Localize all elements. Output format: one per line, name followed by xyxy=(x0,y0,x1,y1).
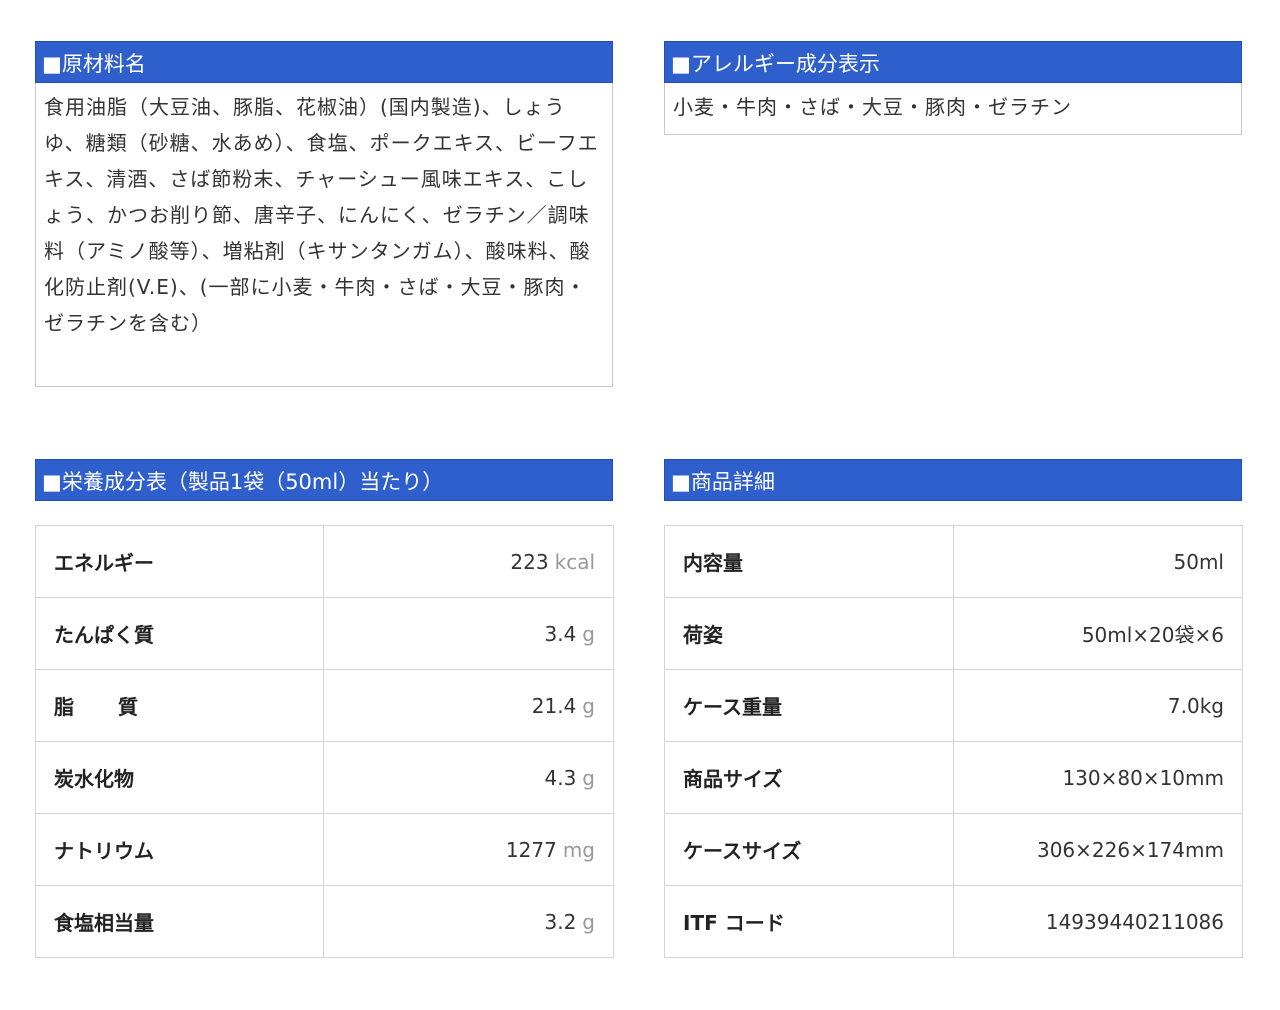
details-value-packing: 50ml×20袋×6 xyxy=(953,597,1243,670)
nutrition-header: ■栄養成分表（製品1袋（50ml）当たり） xyxy=(35,459,613,501)
nutrition-value-energy: 223 kcal xyxy=(323,525,614,598)
details-label-case-size: ケースサイズ xyxy=(664,813,954,886)
table-row: 内容量 50ml xyxy=(664,525,1243,598)
nutrition-value-protein: 3.4 g xyxy=(323,597,614,670)
nutrition-label-sodium: ナトリウム xyxy=(35,813,324,886)
details-label-product-size: 商品サイズ xyxy=(664,741,954,814)
details-panel: ■商品詳細 xyxy=(664,459,1242,501)
details-value-product-size: 130×80×10mm xyxy=(953,741,1243,814)
table-row: たんぱく質 3.4 g xyxy=(35,597,614,670)
details-value-case-size: 306×226×174mm xyxy=(953,813,1243,886)
nutrition-panel: ■栄養成分表（製品1袋（50ml）当たり） xyxy=(35,459,613,501)
details-label-case-weight: ケース重量 xyxy=(664,669,954,742)
value-unit: kcal xyxy=(554,549,595,574)
value-unit: g xyxy=(582,693,595,718)
ingredients-header: ■原材料名 xyxy=(35,41,613,83)
details-table: 内容量 50ml 荷姿 50ml×20袋×6 ケース重量 7.0kg 商品サイズ… xyxy=(664,525,1243,958)
details-value-content: 50ml xyxy=(953,525,1243,598)
nutrition-value-fat: 21.4 g xyxy=(323,669,614,742)
table-row: 炭水化物 4.3 g xyxy=(35,741,614,814)
details-value-case-weight: 7.0kg xyxy=(953,669,1243,742)
value-unit: g xyxy=(582,909,595,934)
fat-label-text: 脂質 xyxy=(54,695,182,719)
table-row: ITF コード 14939440211086 xyxy=(664,885,1243,958)
nutrition-table: エネルギー 223 kcal たんぱく質 3.4 g 脂質 21.4 g 炭水化物 4… xyxy=(35,525,614,958)
ingredients-text: 食用油脂（大豆油、豚脂、花椒油）(国内製造)、しょうゆ、糖類（砂糖、水あめ）、食… xyxy=(35,83,613,387)
details-value-itf-code: 14939440211086 xyxy=(953,885,1243,958)
nutrition-label-carbs: 炭水化物 xyxy=(35,741,324,814)
allergens-text: 小麦・牛肉・さば・大豆・豚肉・ゼラチン xyxy=(664,83,1242,135)
table-row: 商品サイズ 130×80×10mm xyxy=(664,741,1243,814)
table-row: ケース重量 7.0kg xyxy=(664,669,1243,742)
nutrition-label-salt: 食塩相当量 xyxy=(35,885,324,958)
allergens-panel: ■アレルギー成分表示 小麦・牛肉・さば・大豆・豚肉・ゼラチン xyxy=(664,41,1242,135)
value-unit: mg xyxy=(562,837,595,862)
details-header: ■商品詳細 xyxy=(664,459,1242,501)
value-number: 21.4 xyxy=(531,693,577,718)
allergens-header: ■アレルギー成分表示 xyxy=(664,41,1242,83)
table-row: 脂質 21.4 g xyxy=(35,669,614,742)
table-row: エネルギー 223 kcal xyxy=(35,525,614,598)
value-number: 1277 xyxy=(505,837,557,862)
value-number: 223 xyxy=(510,549,549,574)
value-unit: g xyxy=(582,765,595,790)
table-row: 荷姿 50ml×20袋×6 xyxy=(664,597,1243,670)
nutrition-label-fat: 脂質 xyxy=(35,669,324,742)
nutrition-value-salt: 3.2 g xyxy=(323,885,614,958)
nutrition-label-energy: エネルギー xyxy=(35,525,324,598)
nutrition-value-carbs: 4.3 g xyxy=(323,741,614,814)
value-number: 4.3 xyxy=(544,765,577,790)
value-number: 3.4 xyxy=(544,621,577,646)
value-number: 3.2 xyxy=(544,909,577,934)
ingredients-panel: ■原材料名 食用油脂（大豆油、豚脂、花椒油）(国内製造)、しょうゆ、糖類（砂糖、… xyxy=(35,41,613,387)
value-unit: g xyxy=(582,621,595,646)
details-label-itf-code: ITF コード xyxy=(664,885,954,958)
details-label-packing: 荷姿 xyxy=(664,597,954,670)
nutrition-value-sodium: 1277 mg xyxy=(323,813,614,886)
details-label-content: 内容量 xyxy=(664,525,954,598)
nutrition-label-protein: たんぱく質 xyxy=(35,597,324,670)
table-row: ナトリウム 1277 mg xyxy=(35,813,614,886)
table-row: ケースサイズ 306×226×174mm xyxy=(664,813,1243,886)
table-row: 食塩相当量 3.2 g xyxy=(35,885,614,958)
